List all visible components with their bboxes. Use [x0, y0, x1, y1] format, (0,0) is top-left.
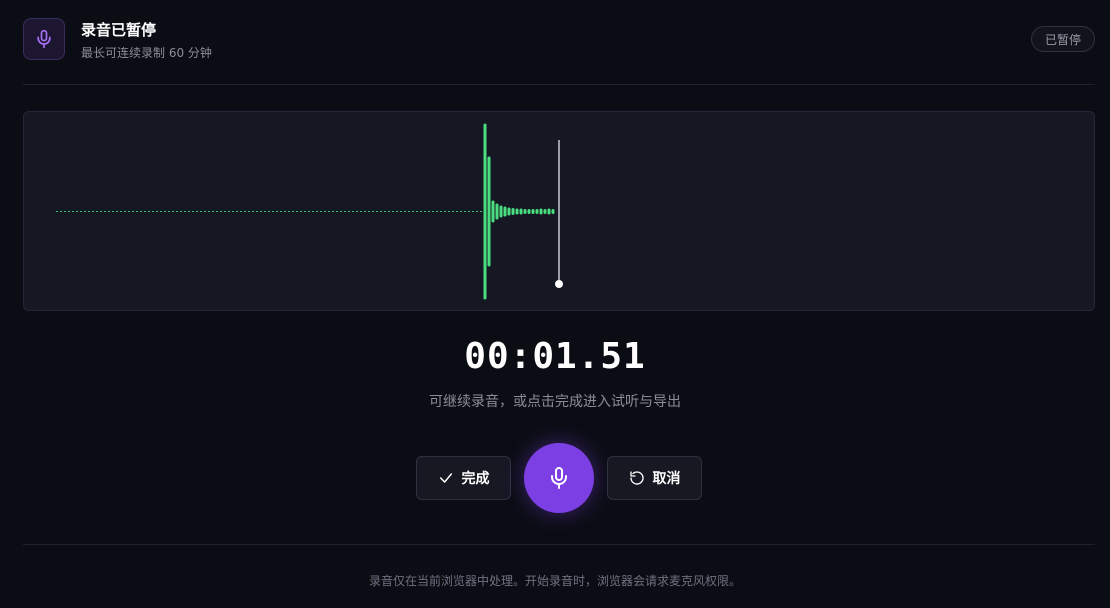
playhead-handle[interactable] [555, 280, 563, 288]
waveform-bars [483, 123, 555, 300]
check-icon [438, 470, 454, 486]
waveform-bar [539, 208, 543, 215]
recorder-page: 录音已暂停 最长可连续录制 60 分钟 已暂停 00:01.51 可继续录音，或… [0, 0, 1110, 608]
recording-timer: 00:01.51 [464, 336, 646, 377]
divider [23, 544, 1095, 545]
page-subtitle: 最长可连续录制 60 分钟 [81, 46, 212, 60]
waveform-bar [491, 200, 495, 223]
waveform-bar [531, 209, 535, 214]
waveform-bar [535, 209, 539, 214]
waveform-bar [483, 123, 487, 300]
done-button-label: 完成 [461, 471, 490, 487]
page-title: 录音已暂停 [81, 21, 157, 39]
waveform-bar [503, 206, 507, 217]
microphone-icon [547, 466, 571, 490]
cancel-button-label: 取消 [652, 471, 681, 487]
rotate-ccw-icon [629, 470, 645, 486]
waveform-bar [519, 208, 523, 215]
waveform-bar [507, 207, 511, 216]
divider [23, 84, 1095, 85]
waveform-bar [487, 156, 491, 267]
waveform-bar [511, 208, 515, 215]
waveform-bar [495, 203, 499, 220]
status-badge: 已暂停 [1030, 26, 1095, 52]
recording-hint: 可继续录音，或点击完成进入试听与导出 [429, 394, 681, 410]
cancel-button[interactable]: 取消 [607, 456, 702, 500]
waveform-bar [523, 209, 527, 214]
header: 录音已暂停 最长可连续录制 60 分钟 已暂停 [23, 18, 1095, 62]
waveform-bar [547, 208, 551, 215]
privacy-note: 录音仅在当前浏览器中处理。开始录音时，浏览器会请求麦克风权限。 [368, 574, 741, 588]
waveform-bar [543, 209, 547, 214]
waveform-bar [499, 205, 503, 218]
microphone-icon [23, 18, 65, 60]
done-button[interactable]: 完成 [416, 456, 511, 500]
waveform [56, 123, 563, 300]
record-button[interactable] [524, 443, 594, 513]
waveform-bar [527, 209, 531, 214]
waveform-panel [23, 111, 1095, 311]
waveform-bar [551, 209, 555, 214]
waveform-bar [515, 208, 519, 215]
